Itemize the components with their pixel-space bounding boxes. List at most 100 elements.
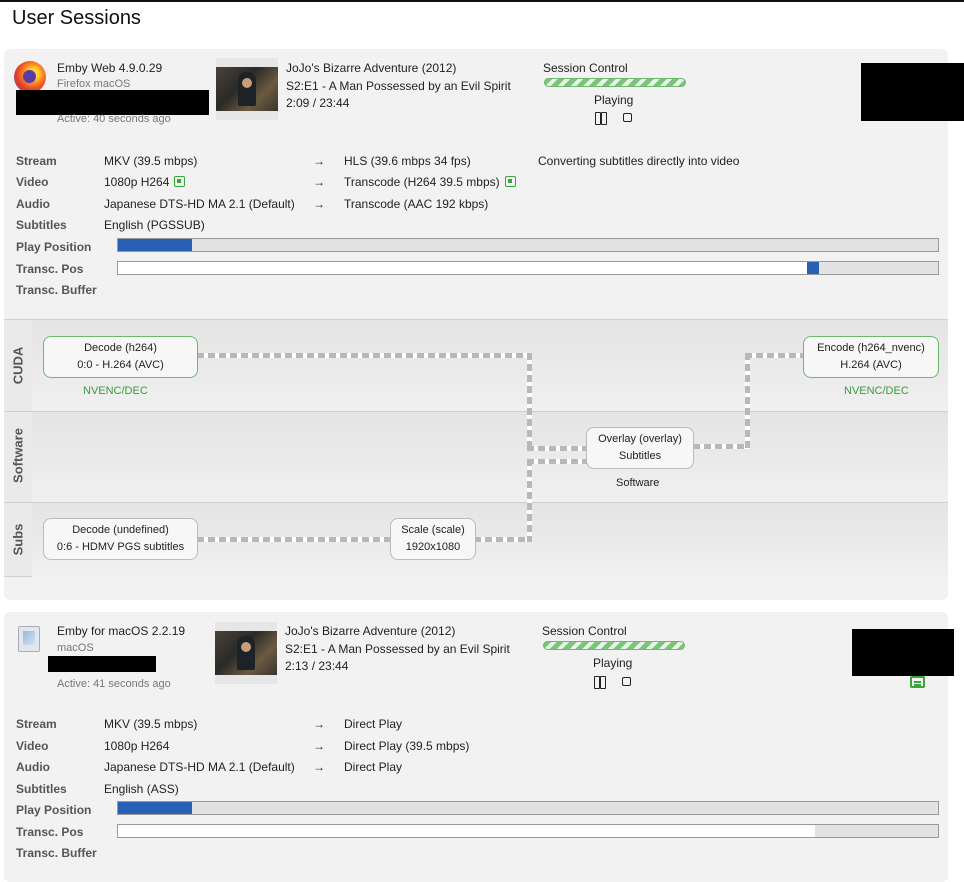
video-arrow: → xyxy=(313,739,325,753)
node-detail: 0:6 - HDMV PGS subtitles xyxy=(56,541,185,553)
node-title: Overlay (overlay) xyxy=(598,433,682,445)
media-thumbnail[interactable] xyxy=(216,58,278,120)
session-control-title: Session Control xyxy=(542,624,627,638)
play-position-fill xyxy=(118,802,192,814)
pipe xyxy=(745,353,803,358)
session-control-progress xyxy=(544,78,686,87)
pipe xyxy=(527,446,589,451)
transcode-remaining xyxy=(815,825,938,837)
page-title: User Sessions xyxy=(12,7,141,29)
pipe xyxy=(197,353,532,358)
pause-icon[interactable] xyxy=(594,676,606,689)
thumbnail-face xyxy=(242,78,252,88)
media-time: 2:09 / 23:44 xyxy=(286,96,350,110)
node-title: Encode (h264_nvenc) xyxy=(817,342,925,354)
pipe xyxy=(527,459,532,542)
audio-source: Japanese DTS-HD MA 2.1 (Default) xyxy=(104,760,295,774)
audio-source: Japanese DTS-HD MA 2.1 (Default) xyxy=(104,197,295,211)
playback-state: Playing xyxy=(594,93,634,107)
video-target-text: Transcode (H264 39.5 mbps) xyxy=(344,175,500,189)
media-time: 2:13 / 23:44 xyxy=(285,659,349,673)
lane-label-cuda: CUDA xyxy=(10,346,26,385)
lane-divider xyxy=(4,411,948,412)
stream-target: Direct Play xyxy=(344,717,403,731)
transcode-position-bar xyxy=(117,261,939,275)
media-episode: S2:E1 - A Man Possessed by an Evil Spiri… xyxy=(286,79,511,93)
node-decode-h264: Decode (h264) 0:0 - H.264 (AVC) xyxy=(43,336,198,378)
stream-arrow: → xyxy=(313,154,325,168)
media-episode: S2:E1 - A Man Possessed by an Evil Spiri… xyxy=(285,642,510,656)
subtitles-source: English (PGSSUB) xyxy=(104,218,205,232)
row-label-transc-pos: Transc. Pos xyxy=(16,825,84,839)
client-platform: macOS xyxy=(57,642,94,654)
pipe xyxy=(474,537,532,542)
redacted-user xyxy=(16,90,209,115)
session-card-1: Emby Web 4.9.0.29 Firefox macOS Active: … xyxy=(4,49,964,600)
top-border xyxy=(0,0,964,2)
media-thumbnail[interactable] xyxy=(215,622,277,684)
video-source: 1080p H264 xyxy=(104,739,170,753)
thumbnail-face xyxy=(241,642,251,652)
node-overlay: Overlay (overlay) Subtitles xyxy=(586,427,694,469)
row-label-audio: Audio xyxy=(16,760,50,774)
audio-target: Direct Play xyxy=(344,760,403,774)
row-label-stream: Stream xyxy=(16,717,57,731)
stop-icon[interactable] xyxy=(622,677,631,686)
session-control-progress xyxy=(543,641,685,650)
play-position-bar[interactable] xyxy=(117,238,939,252)
audio-arrow: → xyxy=(313,760,325,774)
video-target: Direct Play (39.5 mbps) xyxy=(344,739,470,753)
stream-target: HLS (39.6 mbps 34 fps) xyxy=(344,154,471,168)
audio-target: Transcode (AAC 192 kbps) xyxy=(344,197,489,211)
node-detail: H.264 (AVC) xyxy=(840,359,902,371)
row-label-audio: Audio xyxy=(16,197,50,211)
hardware-icon xyxy=(504,176,516,187)
transcode-marker xyxy=(806,262,820,274)
media-title[interactable]: JoJo's Bizarre Adventure (2012) xyxy=(286,59,456,77)
lane-label-subs: Subs xyxy=(10,523,26,556)
stop-icon[interactable] xyxy=(623,113,632,122)
stream-source: MKV (39.5 mbps) xyxy=(104,717,198,731)
node-scale: Scale (scale) 1920x1080 xyxy=(390,518,476,560)
video-source-text: 1080p H264 xyxy=(104,175,170,189)
row-label-transc-buffer: Transc. Buffer xyxy=(16,283,97,297)
redacted-avatar xyxy=(852,629,954,676)
node-detail: 0:0 - H.264 (AVC) xyxy=(77,359,164,371)
media-title[interactable]: JoJo's Bizarre Adventure (2012) xyxy=(285,622,455,640)
hw-label-encode: NVENC/DEC xyxy=(844,385,909,397)
node-title: Scale (scale) xyxy=(401,524,465,536)
lane-software xyxy=(32,411,948,502)
transcode-position-bar xyxy=(117,824,939,838)
active-status: Active: 40 seconds ago xyxy=(57,113,171,125)
row-label-subtitles: Subtitles xyxy=(16,782,67,796)
node-detail: 1920x1080 xyxy=(405,541,461,553)
row-label-stream: Stream xyxy=(16,154,57,168)
transcode-pipeline: CUDA Software Subs Decode (h264) 0:0 - H… xyxy=(4,319,948,577)
session-card-2: Emby for macOS 2.2.19 macOS Active: 41 s… xyxy=(4,612,954,882)
firefox-icon xyxy=(14,61,46,93)
message-icon[interactable] xyxy=(910,676,925,688)
sw-label-overlay: Software xyxy=(616,477,660,489)
lane-divider xyxy=(4,502,948,503)
row-label-transc-buffer: Transc. Buffer xyxy=(16,846,97,860)
stream-note: Converting subtitles directly into video xyxy=(538,154,740,168)
node-encode-h264-nvenc: Encode (h264_nvenc) H.264 (AVC) xyxy=(803,336,939,378)
playback-state: Playing xyxy=(593,656,633,670)
node-title: Decode (undefined) xyxy=(72,524,169,536)
row-label-subtitles: Subtitles xyxy=(16,218,67,232)
session-control-title: Session Control xyxy=(543,61,628,75)
hw-label-decode: NVENC/DEC xyxy=(83,385,148,397)
pipe xyxy=(527,353,532,451)
node-title: Decode (h264) xyxy=(84,342,157,354)
active-status: Active: 41 seconds ago xyxy=(57,678,171,690)
row-label-video: Video xyxy=(16,739,49,753)
redacted-user xyxy=(48,656,156,672)
pause-icon[interactable] xyxy=(595,112,607,125)
pipe xyxy=(693,444,750,449)
pipe xyxy=(527,459,589,464)
lane-label-software: Software xyxy=(10,428,26,483)
stream-source: MKV (39.5 mbps) xyxy=(104,154,198,168)
macos-app-icon xyxy=(18,626,40,652)
play-position-bar[interactable] xyxy=(117,801,939,815)
node-decode-subs: Decode (undefined) 0:6 - HDMV PGS subtit… xyxy=(43,518,198,560)
